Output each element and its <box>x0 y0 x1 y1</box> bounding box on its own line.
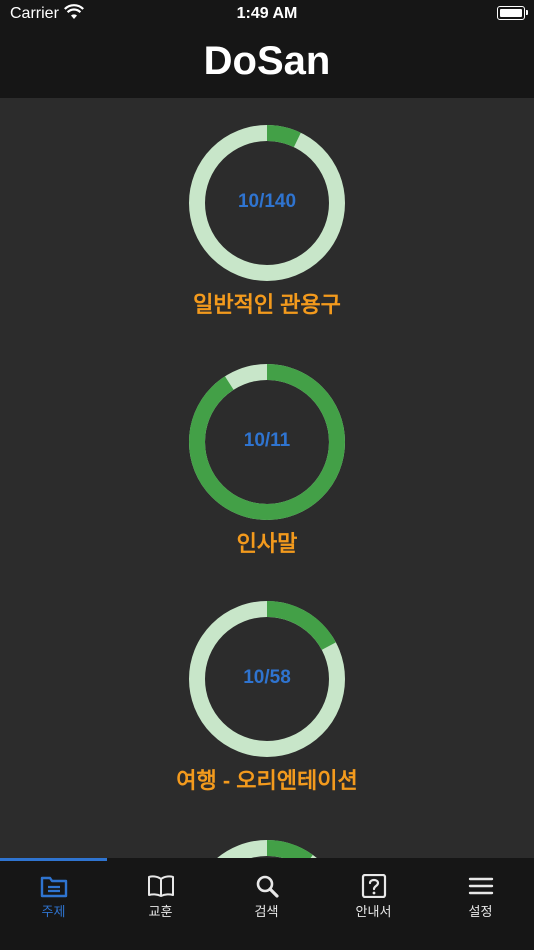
tab-guide[interactable]: 안내서 <box>320 874 427 934</box>
folder-icon <box>40 876 67 898</box>
nav-bar: DoSan <box>0 28 534 98</box>
tab-bar: 주제 교훈 검색 안내서 설정 <box>0 858 534 950</box>
battery-icon <box>497 6 528 20</box>
search-icon <box>256 875 279 898</box>
tab-label: 검색 <box>254 904 279 919</box>
tab-topics[interactable]: 주제 <box>0 874 107 934</box>
page-title: DoSan <box>203 39 331 83</box>
help-icon <box>361 874 386 898</box>
tab-label: 설정 <box>468 904 493 919</box>
tab-label: 주제 <box>41 904 66 919</box>
topic-name: 여행 - 오리엔테이션 <box>176 768 358 793</box>
topic-name: 일반적인 관용구 <box>193 292 341 317</box>
clock: 1:49 AM <box>236 5 298 22</box>
tab-label: 교훈 <box>148 904 173 919</box>
progress-count: 10/140 <box>237 191 297 212</box>
menu-icon <box>468 877 493 895</box>
tab-lessons[interactable]: 교훈 <box>107 874 214 934</box>
progress-ring <box>189 840 345 858</box>
status-bar: Carrier 1:49 AM <box>0 0 534 28</box>
book-icon <box>147 875 174 897</box>
progress-count: 10/11 <box>243 430 291 451</box>
topic-name: 인사말 <box>236 531 298 556</box>
topic-list[interactable]: 10/140 일반적인 관용구 10/11 인사말 10/58 여행 - 오리엔… <box>0 98 534 858</box>
tab-label: 안내서 <box>355 904 392 919</box>
tab-search[interactable]: 검색 <box>213 874 320 934</box>
tab-settings[interactable]: 설정 <box>427 874 534 934</box>
progress-count: 10/58 <box>243 667 291 688</box>
active-tab-indicator <box>0 858 107 861</box>
